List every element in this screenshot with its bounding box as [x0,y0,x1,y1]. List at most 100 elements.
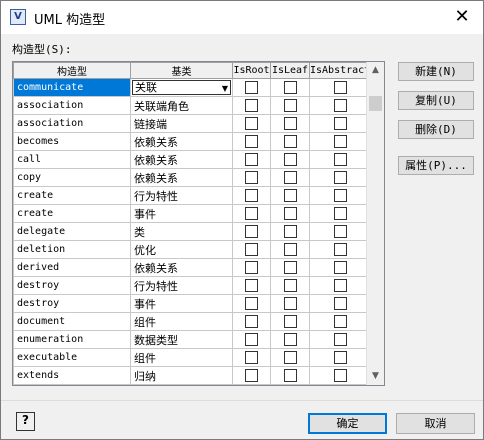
stereotype-name-cell[interactable]: derived [13,258,131,277]
table-row[interactable]: association 链接端 [13,114,372,133]
isabstract-checkbox[interactable] [333,225,347,238]
properties-button[interactable]: 属性(P)... [398,156,474,175]
stereotype-name-cell[interactable]: create [13,204,131,223]
isleaf-checkbox[interactable] [283,333,297,346]
vertical-scrollbar[interactable]: ▲ ▼ [366,62,384,385]
base-class-dropdown[interactable]: 关联 ▼ [132,80,231,95]
isroot-checkbox[interactable] [245,315,258,328]
new-button[interactable]: 新建(N) [398,62,474,81]
stereotype-name-cell[interactable]: association [13,96,131,115]
table-row[interactable]: destroy 事件 [13,294,372,313]
scroll-up-arrow-icon[interactable]: ▲ [367,62,384,79]
stereotype-name-cell[interactable]: communicate [13,78,131,97]
base-class-cell[interactable]: 依赖关系 [130,132,233,151]
base-class-cell[interactable]: 依赖关系 [130,168,233,187]
isleaf-checkbox[interactable] [283,99,297,112]
column-header-isleaf[interactable]: IsLeaf [270,62,310,79]
stereotype-name-cell[interactable]: copy [13,168,131,187]
base-class-cell[interactable]: 归纳 [130,366,233,385]
table-row[interactable]: enumeration 数据类型 [13,330,372,349]
base-class-cell[interactable]: 组 [130,384,233,385]
isleaf-checkbox[interactable] [283,135,297,148]
isleaf-checkbox[interactable] [283,153,297,166]
stereotype-name-cell[interactable]: association [13,114,131,133]
base-class-cell[interactable]: 优化 [130,240,233,259]
table-row[interactable]: document 组件 [13,312,372,331]
base-class-cell[interactable]: 事件 [130,294,233,313]
base-class-cell[interactable]: 组件 [130,312,233,331]
isleaf-checkbox[interactable] [283,279,297,292]
isroot-checkbox[interactable] [245,171,258,184]
isleaf-checkbox[interactable] [283,189,297,202]
isroot-checkbox[interactable] [245,369,258,382]
isroot-checkbox[interactable] [245,99,258,112]
base-class-cell[interactable]: 事件 [130,204,233,223]
isroot-checkbox[interactable] [245,261,258,274]
stereotype-name-cell[interactable]: deletion [13,240,131,259]
table-row[interactable]: deletion 优化 [13,240,372,259]
table-row[interactable]: destroy 行为特性 [13,276,372,295]
isabstract-checkbox[interactable] [333,261,347,274]
base-class-cell[interactable]: 链接端 [130,114,233,133]
stereotype-name-cell[interactable]: create [13,186,131,205]
base-class-cell[interactable]: 行为特性 [130,276,233,295]
table-row[interactable]: file组 [13,384,372,385]
scroll-down-arrow-icon[interactable]: ▼ [367,368,384,385]
isabstract-checkbox[interactable] [333,99,347,112]
isleaf-checkbox[interactable] [283,351,297,364]
chevron-down-icon[interactable]: ▼ [222,82,228,95]
isroot-checkbox[interactable] [245,81,258,94]
stereotype-name-cell[interactable]: extends [13,366,131,385]
isabstract-checkbox[interactable] [333,351,347,364]
isleaf-checkbox[interactable] [283,171,297,184]
isabstract-checkbox[interactable] [333,243,347,256]
table-row[interactable]: derived 依赖关系 [13,258,372,277]
cancel-button[interactable]: 取消 [396,413,475,434]
table-row[interactable]: communicate 关联 ▼ [13,78,372,97]
isabstract-checkbox[interactable] [333,333,347,346]
isabstract-checkbox[interactable] [333,315,347,328]
column-header-base-class[interactable]: 基类 [130,62,233,79]
column-header-stereotype[interactable]: 构造型 [13,62,131,79]
isabstract-checkbox[interactable] [333,81,347,94]
stereotype-grid[interactable]: 构造型 基类 IsRoot IsLeaf IsAbstract communic… [12,61,385,386]
stereotype-name-cell[interactable]: destroy [13,276,131,295]
table-row[interactable]: association 关联端角色 [13,96,372,115]
close-icon[interactable]: ✕ [449,5,475,29]
base-class-cell[interactable]: 数据类型 [130,330,233,349]
stereotype-name-cell[interactable]: file [13,384,131,385]
isabstract-checkbox[interactable] [333,279,347,292]
table-row[interactable]: call 依赖关系 [13,150,372,169]
table-row[interactable]: becomes 依赖关系 [13,132,372,151]
stereotype-name-cell[interactable]: destroy [13,294,131,313]
stereotype-name-cell[interactable]: document [13,312,131,331]
isleaf-checkbox[interactable] [283,261,297,274]
isleaf-checkbox[interactable] [283,225,297,238]
table-row[interactable]: copy 依赖关系 [13,168,372,187]
isroot-checkbox[interactable] [245,243,258,256]
isroot-checkbox[interactable] [245,279,258,292]
stereotype-name-cell[interactable]: becomes [13,132,131,151]
base-class-cell[interactable]: 依赖关系 [130,150,233,169]
isroot-checkbox[interactable] [245,225,258,238]
isabstract-checkbox[interactable] [333,369,347,382]
isleaf-checkbox[interactable] [283,243,297,256]
isleaf-checkbox[interactable] [283,117,297,130]
stereotype-name-cell[interactable]: delegate [13,222,131,241]
isabstract-checkbox[interactable] [333,189,347,202]
stereotype-name-cell[interactable]: enumeration [13,330,131,349]
delete-button[interactable]: 删除(D) [398,120,474,139]
isroot-checkbox[interactable] [245,297,258,310]
column-header-isroot[interactable]: IsRoot [232,62,271,79]
isroot-checkbox[interactable] [245,207,258,220]
isabstract-checkbox[interactable] [333,207,347,220]
table-row[interactable]: delegate 类 [13,222,372,241]
base-class-cell[interactable]: 组件 [130,348,233,367]
base-class-cell[interactable]: 依赖关系 [130,258,233,277]
base-class-cell[interactable]: 行为特性 [130,186,233,205]
help-icon[interactable]: ? [16,412,35,431]
isabstract-checkbox[interactable] [333,171,347,184]
scroll-thumb[interactable] [369,96,382,111]
copy-button[interactable]: 复制(U) [398,91,474,110]
base-class-cell[interactable]: 关联端角色 [130,96,233,115]
